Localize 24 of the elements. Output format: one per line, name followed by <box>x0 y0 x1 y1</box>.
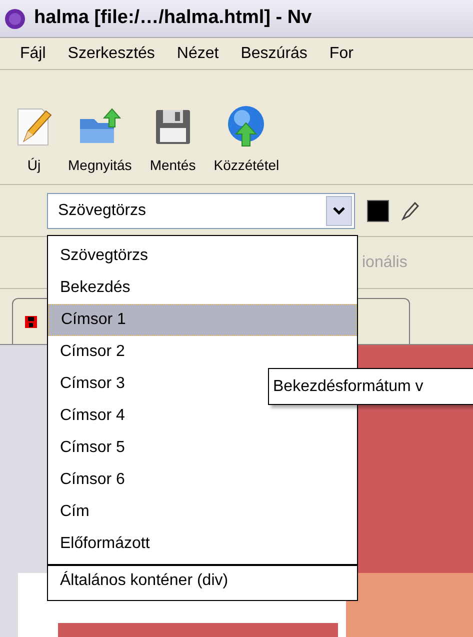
dropdown-option[interactable]: Címsor 1 <box>48 304 357 336</box>
paragraph-format-select[interactable]: Szövegtörzs <box>47 192 355 228</box>
toolbar-button[interactable]: Mentés <box>146 107 200 176</box>
app-logo-icon <box>4 8 26 30</box>
dropdown-option[interactable]: Címsor 2 <box>48 336 357 368</box>
pencil-icon <box>401 200 419 220</box>
tooltip: Bekezdésformátum v <box>268 368 473 405</box>
dropdown-option[interactable]: Bekezdés <box>48 272 357 304</box>
toolbar-button[interactable]: Megnyitás <box>64 107 136 176</box>
menu-item[interactable]: For <box>329 42 354 66</box>
menu-item[interactable]: Nézet <box>176 42 219 66</box>
dropdown-option[interactable]: Általános konténer (div) <box>48 564 357 596</box>
dropdown-option[interactable]: Előformázott <box>48 528 357 560</box>
menu-item[interactable]: Szerkesztés <box>68 42 155 66</box>
dropdown-option[interactable]: Szövegtörzs <box>48 240 357 272</box>
menu-item[interactable]: Beszúrás <box>240 42 308 66</box>
toolbar-button[interactable]: Új <box>14 107 54 176</box>
dropdown-option[interactable]: Cím <box>48 496 357 528</box>
dropdown-option[interactable]: Címsor 5 <box>48 432 357 464</box>
menu-item[interactable]: Fájl <box>20 42 46 66</box>
text-color-swatch[interactable] <box>367 200 389 222</box>
window-title: halma [file:/…/halma.html] - Nv <box>34 6 312 30</box>
dropdown-option[interactable]: Címsor 6 <box>48 464 357 496</box>
toolbar-button[interactable]: Közzététel <box>210 105 284 176</box>
